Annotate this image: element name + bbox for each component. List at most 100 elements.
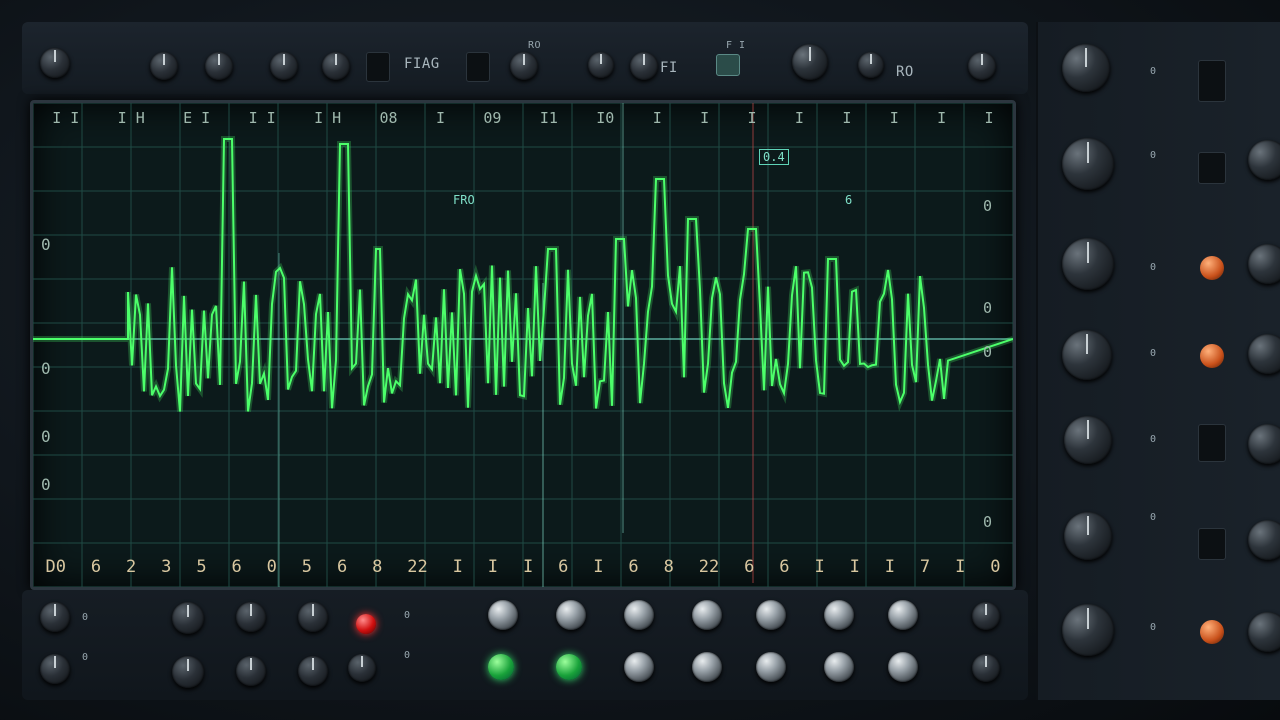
right-switch-4[interactable] (1198, 528, 1226, 560)
top-knob-2[interactable] (150, 52, 178, 80)
right-edge-knob-2[interactable] (1248, 244, 1280, 284)
right-label-1: 0 (1150, 66, 1157, 77)
bottom-knob-18[interactable] (824, 600, 854, 630)
right-lamp-1 (1200, 256, 1224, 280)
bottom-knob-1[interactable] (40, 602, 70, 632)
bottom-scale-label-23: I (849, 557, 860, 577)
right-knob-1[interactable] (1062, 44, 1110, 92)
top-switch-1[interactable] (366, 52, 390, 82)
right-knob-6[interactable] (1064, 512, 1112, 560)
bottom-knob-20[interactable] (888, 600, 918, 630)
bottom-knob-11[interactable] (556, 600, 586, 630)
bottom-scale-label-24: I (884, 557, 895, 577)
top-scale-label-2: I H (117, 109, 145, 127)
bottom-scale-label-20: 6 (744, 557, 755, 577)
top-knob-7[interactable] (588, 52, 614, 78)
bottom-knob-3[interactable] (172, 602, 204, 634)
top-knob-1[interactable] (40, 48, 70, 78)
top-scale-label-3: E I (183, 109, 211, 127)
bottom-knob-15[interactable] (692, 652, 722, 682)
bottom-scale-label-15: 6 (558, 557, 569, 577)
right-knob-7[interactable] (1062, 604, 1114, 656)
right-lamp-2 (1200, 344, 1224, 368)
bottom-scale-label-14: I (522, 557, 534, 577)
right-knob-5[interactable] (1064, 416, 1112, 464)
right-knob-3[interactable] (1062, 238, 1114, 290)
top-label-5: RO (896, 64, 914, 80)
bottom-knob-2[interactable] (40, 654, 70, 684)
bottom-knob-7[interactable] (298, 602, 328, 632)
right-knob-2[interactable] (1062, 138, 1114, 190)
bottom-knob-16[interactable] (756, 600, 786, 630)
bottom-knob-10[interactable] (488, 600, 518, 630)
bottom-knob-12[interactable] (624, 600, 654, 630)
top-scale-label-14: I (794, 109, 804, 127)
bottom-scale-label-7: 0 (266, 557, 277, 577)
bottom-knob-19[interactable] (824, 652, 854, 682)
bottom-scale-label-25: 7 (919, 557, 931, 577)
bottom-knob-21[interactable] (888, 652, 918, 682)
bottom-scale: D0 6 2 3 5 6 0 5 6 8 22 I I I 6 I 6 8 22 6 6 I I I 7 I 0 (33, 557, 1013, 577)
right-knob-4[interactable] (1062, 330, 1112, 380)
top-label-4: F I (726, 40, 746, 51)
top-knob-9[interactable] (792, 44, 828, 80)
top-scale-label-7: I (435, 109, 445, 127)
top-knob-8[interactable] (630, 52, 658, 80)
bottom-label-3: 0 (404, 610, 411, 621)
readout-3: FRO (453, 193, 475, 207)
top-knob-6[interactable] (510, 52, 538, 80)
right-lamp-3 (1200, 620, 1224, 644)
top-switch-2[interactable] (466, 52, 490, 82)
bottom-scale-label-18: 8 (663, 557, 674, 577)
top-knob-11[interactable] (968, 52, 996, 80)
right-edge-knob-6[interactable] (1248, 612, 1280, 652)
bottom-label-2: 0 (82, 652, 89, 663)
bottom-scale-label-8: 5 (301, 557, 313, 577)
top-scale-label-6: 08 (379, 109, 398, 127)
left-scale-4: 0 (41, 475, 51, 494)
bottom-knob-17[interactable] (756, 652, 786, 682)
status-lamp-green-1 (488, 654, 514, 680)
left-scale-2: 0 (41, 359, 51, 378)
oscilloscope-screen: I II HE II II H 08 I 09 I1 I0 I I I I I I I I D0 6 2 3 5 6… (30, 100, 1016, 590)
top-knob-10[interactable] (858, 52, 884, 78)
top-scale-label-9: I1 (539, 109, 558, 127)
top-scale-label-13: I (747, 109, 757, 127)
bottom-knob-22[interactable] (972, 602, 1000, 630)
bottom-scale-label-6: 6 (231, 557, 242, 577)
top-scale: I I I H E I I I I H 08 I 09 I1 I0 I I I I I I I I (33, 109, 1013, 127)
status-lamp-green-2 (556, 654, 582, 680)
bottom-knob-14[interactable] (692, 600, 722, 630)
right-edge-knob-4[interactable] (1248, 424, 1280, 464)
right-switch-1[interactable] (1198, 60, 1226, 102)
right-edge-knob-1[interactable] (1248, 140, 1280, 180)
bottom-label-1: 0 (82, 612, 89, 623)
bottom-knob-23[interactable] (972, 654, 1000, 682)
right-scale-4: 0 (983, 513, 993, 531)
right-scale-2: 0 (983, 299, 993, 317)
bottom-knob-5[interactable] (236, 602, 266, 632)
bottom-scale-label-4: 3 (161, 557, 172, 577)
bottom-knob-13[interactable] (624, 652, 654, 682)
bottom-knob-8[interactable] (298, 656, 328, 686)
right-switch-3[interactable] (1198, 424, 1226, 462)
bottom-scale-label-10: 8 (372, 557, 383, 577)
top-knob-3[interactable] (205, 52, 233, 80)
readout-1: 0.4 (759, 149, 789, 165)
right-edge-knob-3[interactable] (1248, 334, 1280, 374)
left-scale-3: 0 (41, 427, 51, 446)
right-edge-knob-5[interactable] (1248, 520, 1280, 560)
right-switch-2[interactable] (1198, 152, 1226, 184)
top-switch-3[interactable] (716, 54, 740, 76)
bottom-scale-label-1: D0 (45, 557, 66, 577)
bottom-knob-6[interactable] (236, 656, 266, 686)
top-scale-label-12: I (700, 109, 710, 127)
right-label-2: 0 (1150, 150, 1157, 161)
right-label-3: 0 (1150, 262, 1157, 273)
top-knob-5[interactable] (322, 52, 350, 80)
bottom-scale-label-17: 6 (628, 557, 639, 577)
top-knob-4[interactable] (270, 52, 298, 80)
bottom-knob-9[interactable] (348, 654, 376, 682)
bottom-scale-label-13: I (487, 557, 499, 577)
bottom-knob-4[interactable] (172, 656, 204, 688)
